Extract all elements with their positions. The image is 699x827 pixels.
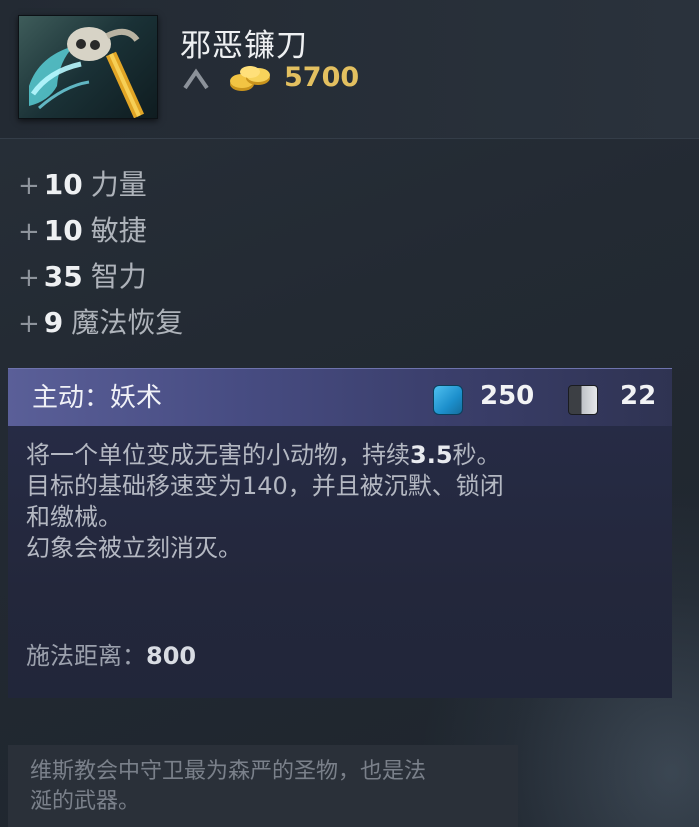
attribute-sign: + [18,217,40,247]
attribute-sign: + [18,263,40,293]
item-name: 邪恶镰刀 [180,28,308,64]
gold-coins-icon [230,66,270,91]
mana-cost: 250 [480,381,535,411]
mana-icon [433,385,463,415]
ability-description-panel: 将一个单位变成无害的小动物，持续3.5秒。 目标的基础移速变为140，并且被沉默… [8,426,672,698]
attribute-value: 10 [43,214,83,247]
attribute-value: 10 [43,168,83,201]
lore-panel: 维斯教会中守卫最为森严的圣物，也是法 涎的武器。 [8,745,518,827]
attribute-value: 35 [43,260,83,293]
cast-range: 施法距离：800 [26,636,196,671]
duration-value: 3.5 [410,441,453,469]
attribute-sign: + [18,309,40,339]
description-text: 秒。 [452,441,501,469]
attribute-name: 魔法恢复 [71,306,184,339]
cast-range-label: 施法距离： [26,642,146,670]
description-text: 将一个单位变成无害的小动物，持续 [26,441,410,469]
ability-description: 将一个单位变成无害的小动物，持续3.5秒。 目标的基础移速变为140，并且被沉默… [26,440,656,564]
ability-title: 主动：妖术 [32,383,163,413]
attribute-row: +9 魔法恢复 [18,300,183,346]
cast-range-value: 800 [146,642,197,670]
lore-line: 涎的武器。 [30,789,141,814]
attribute-row: +10 力量 [18,162,183,208]
description-line: 将一个单位变成无害的小动物，持续3.5秒。 [26,440,656,471]
attribute-name: 力量 [90,168,147,201]
cooldown-value: 22 [620,381,657,411]
tooltip-header: 邪恶镰刀 5700 [0,0,699,139]
attribute-value: 9 [43,306,64,339]
attribute-name: 敏捷 [90,214,147,247]
item-tooltip: 邪恶镰刀 5700 +10 力量 +10 敏捷 +35 智力 +9 魔法恢复 主动：妖术 [0,0,699,827]
description-line: 幻象会被立刻消灭。 [26,534,242,562]
attribute-sign: + [18,171,40,201]
description-line: 和缴械。 [26,503,122,531]
description-line: 目标的基础移速变为140，并且被沉默、锁闭 [26,472,504,500]
scythe-item-icon [18,15,158,119]
attribute-row: +10 敏捷 [18,208,183,254]
lore-text: 维斯教会中守卫最为森严的圣物，也是法 涎的武器。 [30,757,518,817]
lore-line: 维斯教会中守卫最为森严的圣物，也是法 [30,759,427,784]
ability-header: 主动：妖术 250 22 [8,368,672,427]
attribute-row: +35 智力 [18,254,183,300]
item-cost: 5700 [284,62,360,93]
tier-icon [183,68,209,90]
cooldown-icon [568,385,598,415]
attribute-name: 智力 [90,260,147,293]
attribute-list: +10 力量 +10 敏捷 +35 智力 +9 魔法恢复 [18,162,183,346]
